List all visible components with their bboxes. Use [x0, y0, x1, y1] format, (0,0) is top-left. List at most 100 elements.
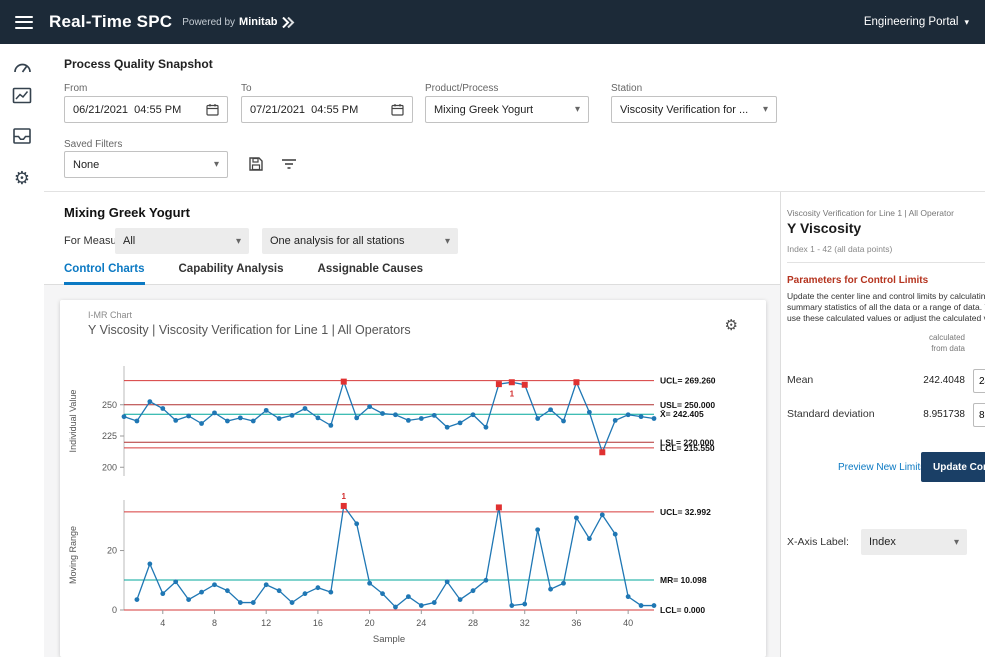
right-panel: Viscosity Verification for Line 1 | All …	[780, 192, 985, 657]
std-deviation-label: Standard deviation	[787, 408, 875, 420]
chevron-down-icon: ▾	[763, 104, 768, 115]
svg-text:Moving Range: Moving Range	[68, 526, 78, 584]
charts-section: I-MR Chart Y Viscosity | Viscosity Verif…	[44, 285, 780, 657]
imr-chart-card: I-MR Chart Y Viscosity | Viscosity Verif…	[60, 300, 766, 657]
saved-filters-select[interactable]: None ▾	[64, 151, 228, 178]
parameters-desc-line2: summary statistics of all the data or a …	[787, 302, 985, 312]
svg-text:LCL= 0.000: LCL= 0.000	[660, 605, 705, 615]
page-title: Process Quality Snapshot	[64, 57, 213, 71]
svg-text:32: 32	[520, 618, 530, 628]
menu-icon[interactable]	[15, 16, 33, 29]
svg-text:1: 1	[510, 389, 515, 398]
measure-select-value: All	[123, 235, 230, 247]
svg-text:16: 16	[313, 618, 323, 628]
svg-text:Individual Value: Individual Value	[68, 390, 78, 453]
from-label: From	[64, 83, 87, 94]
tab-bar: Control Charts Capability Analysis Assig…	[44, 256, 780, 285]
save-icon	[248, 156, 264, 172]
saved-filters-value: None	[73, 159, 208, 171]
calculated-column-header: calculated from data	[881, 332, 965, 354]
index-range-note: Index 1 - 42 (all data points)	[787, 244, 892, 254]
brand-name: Minitab	[239, 16, 278, 28]
powered-by-text: Powered by	[182, 17, 235, 28]
svg-text:UCL= 32.992: UCL= 32.992	[660, 507, 711, 517]
svg-text:28: 28	[468, 618, 478, 628]
app-root: Real-Time SPC Powered by Minitab Enginee…	[0, 0, 985, 657]
chevron-down-icon: ▾	[214, 159, 219, 170]
from-date-input[interactable]	[64, 96, 228, 123]
x-axis-select-value: Index	[869, 536, 948, 548]
svg-text:1: 1	[342, 492, 347, 501]
main-content: Mixing Greek Yogurt For Measure: All ▾ O…	[44, 192, 780, 657]
svg-text:225: 225	[102, 431, 117, 441]
calendar-icon[interactable]	[391, 103, 404, 116]
parameters-title: Parameters for Control Limits	[787, 275, 928, 286]
analysis-select[interactable]: One analysis for all stations ▾	[262, 228, 458, 254]
station-select[interactable]: Viscosity Verification for ... ▾	[611, 96, 777, 123]
svg-text:Sample: Sample	[373, 634, 405, 645]
portal-menu[interactable]: Engineering Portal ▾	[864, 16, 969, 28]
preview-new-limits-link[interactable]: Preview New Limits	[838, 462, 925, 473]
app-title: Real-Time SPC	[49, 12, 172, 32]
filter-bar: Process Quality Snapshot From To Product…	[44, 44, 985, 191]
saved-filters-label: Saved Filters	[64, 139, 122, 150]
sidebar-item-dashboard[interactable]	[8, 53, 36, 81]
calendar-icon[interactable]	[206, 103, 219, 116]
to-date-input[interactable]	[241, 96, 413, 123]
chart-title: Y Viscosity | Viscosity Verification for…	[88, 323, 411, 337]
tab-control-charts[interactable]: Control Charts	[64, 263, 145, 284]
product-select[interactable]: Mixing Greek Yogurt ▾	[425, 96, 589, 123]
station-label: Station	[611, 83, 642, 94]
powered-by: Powered by Minitab	[182, 16, 294, 28]
tab-capability-analysis[interactable]: Capability Analysis	[179, 263, 284, 284]
measure-select[interactable]: All ▾	[115, 228, 249, 254]
col-header-line2: from data	[881, 343, 965, 354]
portal-label: Engineering Portal	[864, 16, 959, 28]
sidebar-item-products[interactable]	[8, 122, 36, 150]
analysis-select-value: One analysis for all stations	[270, 235, 439, 247]
std-deviation-input[interactable]	[973, 403, 985, 427]
svg-text:UCL= 269.260: UCL= 269.260	[660, 376, 716, 386]
gear-icon: ⚙	[14, 169, 30, 187]
svg-text:200: 200	[102, 462, 117, 472]
gauge-icon	[11, 57, 33, 77]
update-control-limits-button[interactable]: Update Control Limits	[921, 452, 985, 482]
station-select-value: Viscosity Verification for ...	[620, 104, 757, 116]
chevron-down-icon: ▾	[445, 236, 450, 247]
std-deviation-calculated-value: 8.951738	[881, 409, 965, 420]
box-icon	[11, 126, 33, 146]
chart-settings-gear-icon[interactable]: ⚙	[725, 318, 738, 333]
svg-text:250: 250	[102, 400, 117, 410]
section-title: Mixing Greek Yogurt	[64, 205, 190, 220]
chart-type-label: I-MR Chart	[88, 310, 132, 320]
sidebar-item-settings[interactable]: ⚙	[8, 164, 36, 192]
panel-divider	[787, 262, 985, 263]
svg-text:12: 12	[261, 618, 271, 628]
save-filter-button[interactable]	[243, 151, 269, 177]
individual-value-chart: 200225250UCL= 269.260USL= 250.000X̄= 242…	[62, 358, 762, 491]
svg-text:8: 8	[212, 618, 217, 628]
svg-text:4: 4	[160, 618, 165, 628]
svg-text:LCL= 215.550: LCL= 215.550	[660, 443, 715, 453]
svg-text:20: 20	[365, 618, 375, 628]
x-axis-label: X-Axis Label:	[787, 536, 849, 548]
svg-text:36: 36	[571, 618, 581, 628]
top-bar: Real-Time SPC Powered by Minitab Enginee…	[0, 0, 985, 44]
mean-calculated-value: 242.4048	[881, 375, 965, 386]
sidebar-item-charts[interactable]	[8, 82, 36, 110]
chevron-down-icon: ▾	[575, 104, 580, 115]
chevron-down-icon: ▾	[954, 537, 959, 548]
svg-text:MR= 10.098: MR= 10.098	[660, 575, 707, 585]
col-header-line1: calculated	[881, 332, 965, 343]
tab-assignable-causes[interactable]: Assignable Causes	[318, 263, 423, 284]
side-nav: ⚙	[0, 44, 44, 657]
x-axis-select[interactable]: Index ▾	[861, 529, 967, 555]
chevron-down-icon: ▾	[236, 236, 241, 247]
mean-input[interactable]	[973, 369, 985, 393]
minitab-logo-icon	[282, 17, 295, 28]
parameters-desc-line3: use these calculated values or adjust th…	[787, 313, 985, 323]
svg-text:X̄= 242.405: X̄= 242.405	[660, 409, 704, 419]
product-label: Product/Process	[425, 83, 498, 94]
filter-button[interactable]	[276, 151, 302, 177]
parameters-desc-line1: Update the center line and control limit…	[787, 291, 985, 301]
